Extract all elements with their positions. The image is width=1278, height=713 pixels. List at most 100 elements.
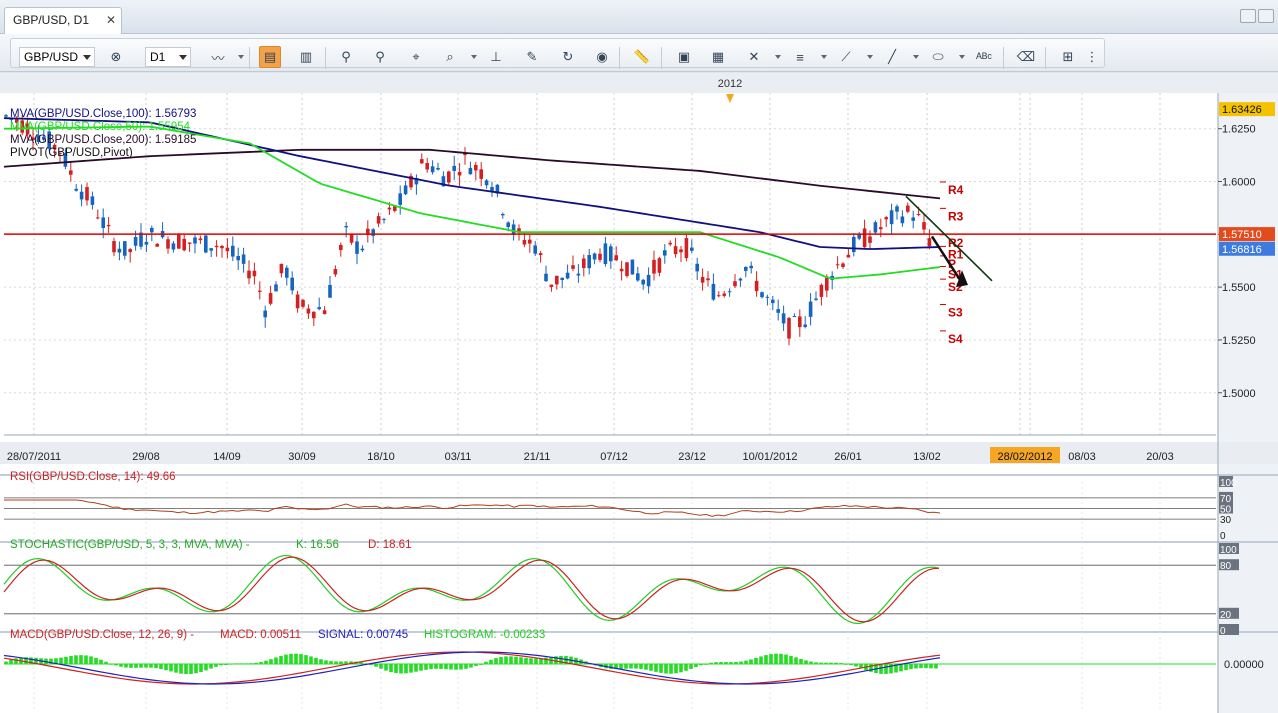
macd-histogram-bar[interactable] bbox=[724, 662, 728, 664]
macd-histogram-bar[interactable] bbox=[219, 664, 223, 666]
macd-histogram-bar[interactable] bbox=[804, 660, 808, 664]
candle-body[interactable] bbox=[355, 241, 359, 254]
candle-body[interactable] bbox=[906, 205, 910, 212]
macd-histogram-bar[interactable] bbox=[764, 655, 768, 664]
close-icon[interactable]: ✕ bbox=[106, 13, 116, 27]
candle-body[interactable] bbox=[430, 166, 435, 173]
macd-histogram-bar[interactable] bbox=[684, 664, 688, 671]
macd-histogram-bar[interactable] bbox=[519, 657, 523, 664]
macd-histogram-bar[interactable] bbox=[839, 663, 843, 665]
candle-body[interactable] bbox=[641, 279, 645, 285]
macd-histogram-bar[interactable] bbox=[429, 664, 433, 670]
toolbar-overflow-icon[interactable]: ⋮ bbox=[1085, 46, 1099, 68]
candle-body[interactable] bbox=[873, 222, 878, 233]
candle-body[interactable] bbox=[193, 237, 197, 244]
macd-histogram-bar[interactable] bbox=[629, 664, 633, 669]
candle-body[interactable] bbox=[225, 247, 230, 252]
macd-histogram-bar[interactable] bbox=[304, 655, 308, 664]
macd-histogram-bar[interactable] bbox=[469, 664, 473, 668]
candle-body[interactable] bbox=[236, 255, 240, 261]
macd-histogram-bar[interactable] bbox=[814, 662, 818, 664]
macd-histogram-bar[interactable] bbox=[94, 657, 98, 664]
candle-body[interactable] bbox=[317, 307, 321, 310]
macd-histogram-bar[interactable] bbox=[714, 662, 718, 664]
candle-body[interactable] bbox=[285, 267, 289, 278]
candle-body[interactable] bbox=[279, 263, 284, 274]
candle-body[interactable] bbox=[679, 249, 683, 253]
macd-histogram-bar[interactable] bbox=[799, 658, 803, 664]
indicator-icon[interactable]: ⌕ bbox=[439, 46, 461, 68]
candle-body[interactable] bbox=[717, 295, 721, 297]
macd-histogram-bar[interactable] bbox=[434, 664, 438, 669]
candle-body[interactable] bbox=[371, 229, 375, 236]
macd-histogram-bar[interactable] bbox=[664, 664, 668, 674]
macd-histogram-bar[interactable] bbox=[84, 655, 88, 664]
macd-histogram-bar[interactable] bbox=[154, 664, 158, 669]
candle-body[interactable] bbox=[657, 258, 662, 273]
chevron-down-icon[interactable] bbox=[238, 55, 244, 59]
screenshot-icon[interactable]: ▣ bbox=[673, 46, 695, 68]
candle-body[interactable] bbox=[117, 248, 122, 253]
candle-body[interactable] bbox=[112, 241, 116, 253]
macd-histogram-bar[interactable] bbox=[379, 664, 383, 669]
macd-histogram-bar[interactable] bbox=[239, 663, 243, 665]
candle-body[interactable] bbox=[911, 217, 915, 221]
macd-histogram-bar[interactable] bbox=[439, 664, 443, 669]
candle-body[interactable] bbox=[166, 239, 170, 249]
candle-body[interactable] bbox=[625, 262, 629, 276]
candle-body[interactable] bbox=[819, 284, 824, 297]
candle-body[interactable] bbox=[312, 311, 316, 319]
macd-histogram-bar[interactable] bbox=[509, 656, 513, 664]
macd-histogram-bar[interactable] bbox=[319, 659, 323, 664]
macd-histogram-bar[interactable] bbox=[854, 664, 858, 667]
candle-body[interactable] bbox=[614, 255, 618, 261]
candle-body[interactable] bbox=[74, 188, 78, 191]
candle-body[interactable] bbox=[468, 168, 473, 175]
crosshair-tool-icon[interactable]: ✕ bbox=[743, 46, 765, 68]
macd-histogram-bar[interactable] bbox=[124, 664, 128, 668]
chevron-down-icon[interactable] bbox=[821, 55, 827, 59]
lines-tool-icon[interactable]: ≡ bbox=[789, 46, 811, 68]
macd-histogram-bar[interactable] bbox=[534, 658, 538, 664]
candle-body[interactable] bbox=[295, 294, 300, 309]
ruler-icon[interactable]: 📏 bbox=[631, 46, 653, 68]
macd-histogram-bar[interactable] bbox=[729, 662, 733, 664]
macd-histogram-bar[interactable] bbox=[444, 664, 448, 670]
candle-body[interactable] bbox=[549, 284, 554, 287]
macd-histogram-bar[interactable] bbox=[709, 662, 713, 664]
macd-histogram-bar[interactable] bbox=[559, 655, 563, 664]
macd-histogram-bar[interactable] bbox=[759, 656, 763, 664]
candle-body[interactable] bbox=[106, 224, 111, 227]
objects-tree-icon[interactable]: ⊞ bbox=[1057, 46, 1079, 68]
candle-body[interactable] bbox=[900, 216, 905, 224]
macd-histogram-bar[interactable] bbox=[134, 664, 138, 668]
candle-body[interactable] bbox=[706, 278, 710, 281]
candle-body[interactable] bbox=[306, 308, 311, 314]
fan-tool-icon[interactable]: ⟋ bbox=[835, 46, 857, 68]
macd-histogram-bar[interactable] bbox=[734, 661, 738, 664]
candle-body[interactable] bbox=[587, 254, 591, 269]
macd-histogram-bar[interactable] bbox=[929, 664, 933, 669]
macd-histogram-bar[interactable] bbox=[199, 664, 203, 673]
macd-histogram-bar[interactable] bbox=[99, 659, 103, 664]
macd-histogram-bar[interactable] bbox=[169, 664, 173, 672]
macd-histogram-bar[interactable] bbox=[779, 653, 783, 664]
candle-body[interactable] bbox=[382, 219, 386, 221]
candle-body[interactable] bbox=[798, 316, 802, 328]
macd-histogram-bar[interactable] bbox=[924, 664, 928, 669]
candle-body[interactable] bbox=[868, 236, 872, 243]
macd-histogram-bar[interactable] bbox=[909, 664, 913, 670]
macd-histogram-bar[interactable] bbox=[299, 654, 303, 664]
candle-body[interactable] bbox=[425, 163, 429, 170]
macd-histogram-bar[interactable] bbox=[654, 664, 658, 672]
macd-histogram-bar[interactable] bbox=[699, 664, 703, 666]
macd-histogram-bar[interactable] bbox=[174, 664, 178, 673]
macd-histogram-bar[interactable] bbox=[104, 661, 108, 664]
macd-histogram-bar[interactable] bbox=[159, 664, 163, 670]
macd-histogram-bar[interactable] bbox=[744, 660, 748, 664]
candle-body[interactable] bbox=[879, 227, 883, 230]
macd-histogram-bar[interactable] bbox=[479, 663, 483, 665]
macd-histogram-bar[interactable] bbox=[324, 660, 328, 664]
candle-body[interactable] bbox=[862, 228, 867, 248]
candle-body[interactable] bbox=[479, 169, 483, 179]
